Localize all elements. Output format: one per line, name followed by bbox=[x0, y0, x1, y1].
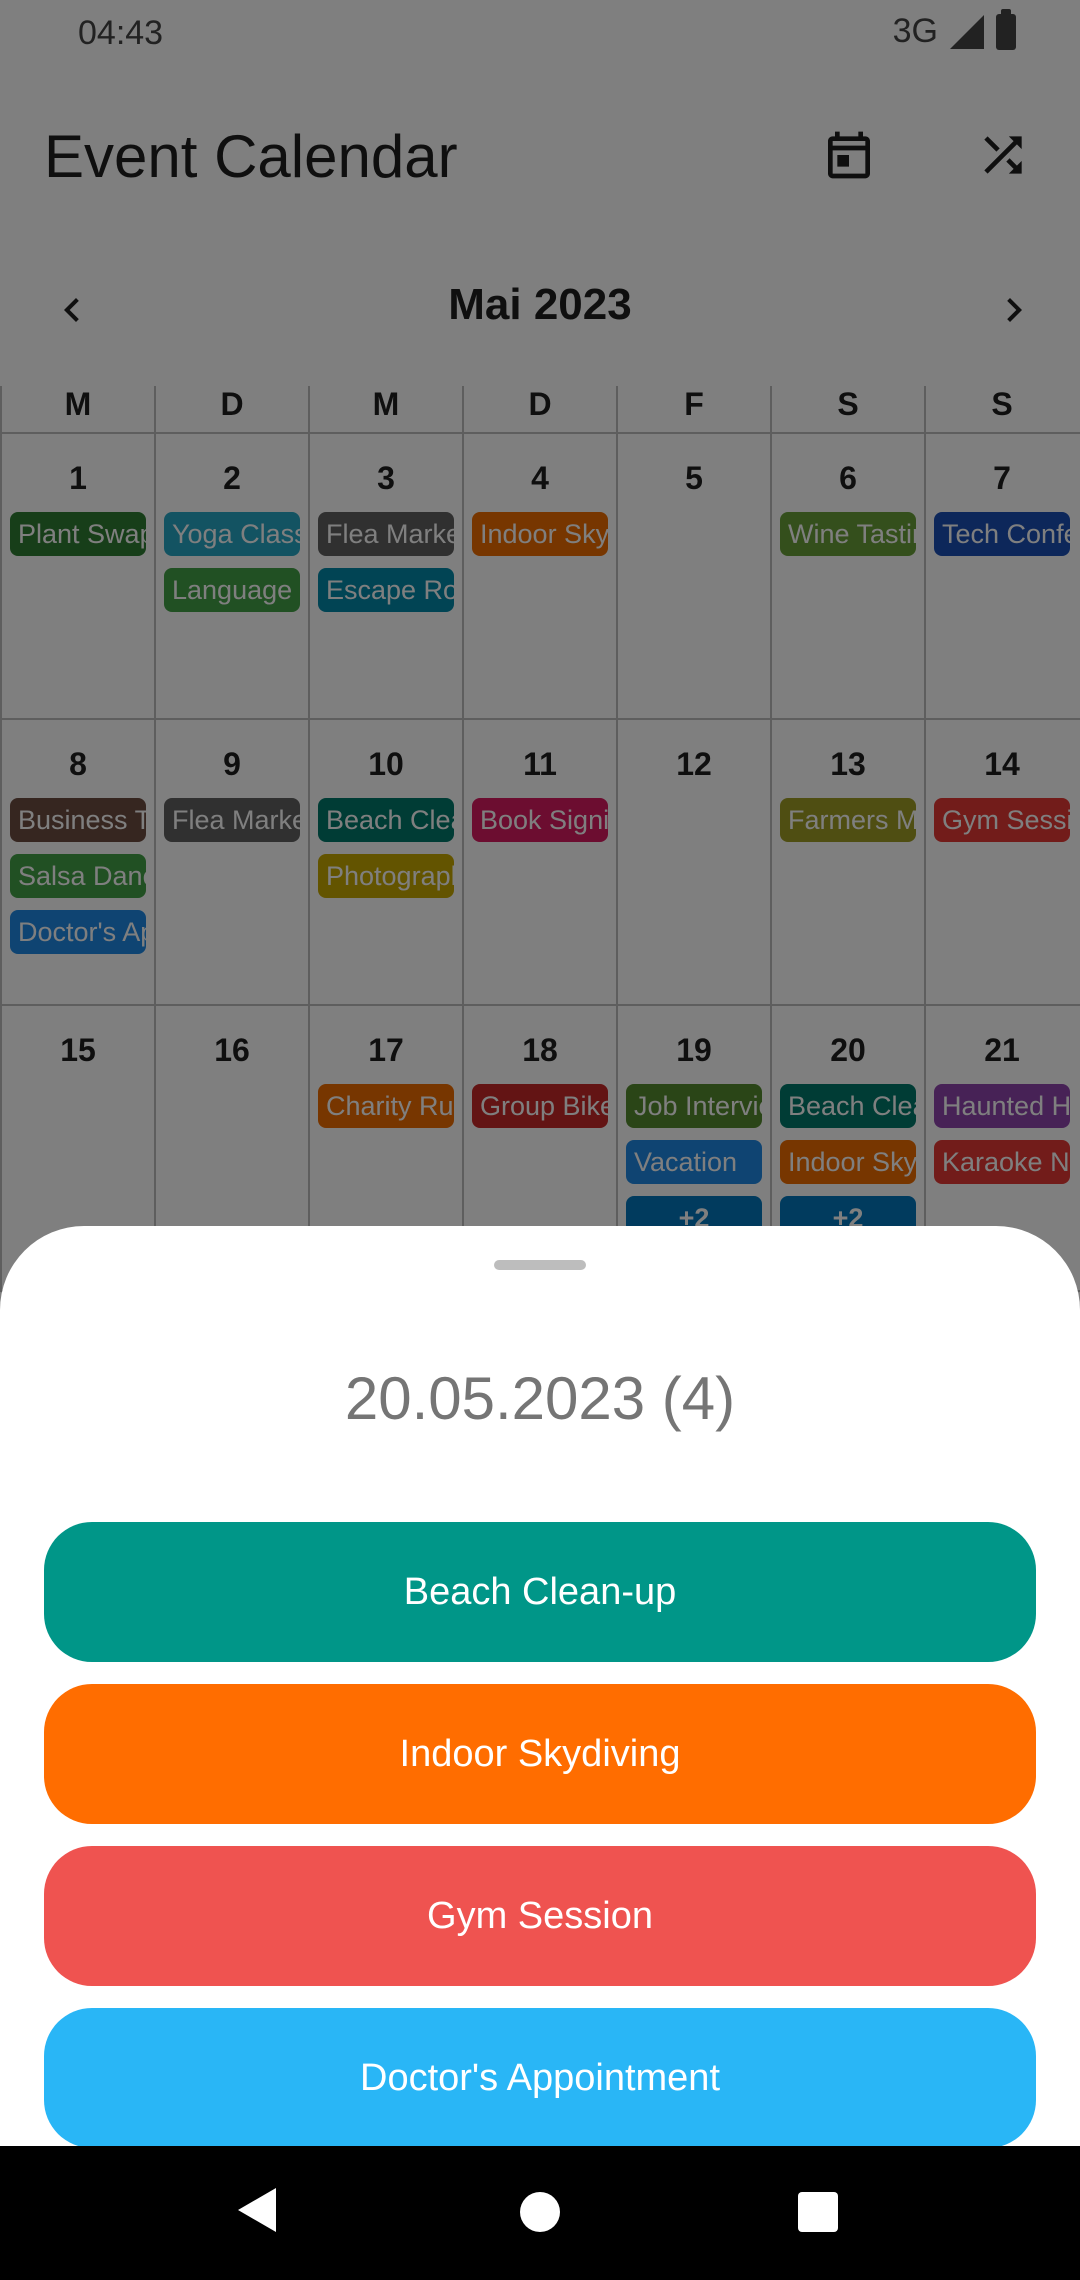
home-icon[interactable] bbox=[520, 2192, 560, 2232]
event-button[interactable]: Beach Clean-up bbox=[44, 1522, 1036, 1662]
event-button[interactable]: Doctor's Appointment bbox=[44, 2008, 1036, 2148]
event-button[interactable]: Indoor Skydiving bbox=[44, 1684, 1036, 1824]
recents-icon[interactable] bbox=[798, 2192, 838, 2232]
event-button[interactable]: Gym Session bbox=[44, 1846, 1036, 1986]
drag-handle[interactable] bbox=[494, 1260, 586, 1270]
back-icon[interactable] bbox=[238, 2188, 276, 2232]
day-events-sheet: 20.05.2023 (4) Beach Clean-up Indoor Sky… bbox=[0, 1226, 1080, 2148]
system-nav-bar bbox=[0, 2146, 1080, 2280]
sheet-date-title: 20.05.2023 (4) bbox=[344, 1365, 736, 1432]
app-root: 04:43 3G Event Calendar Mai 2023 M D M D bbox=[0, 0, 1080, 2280]
